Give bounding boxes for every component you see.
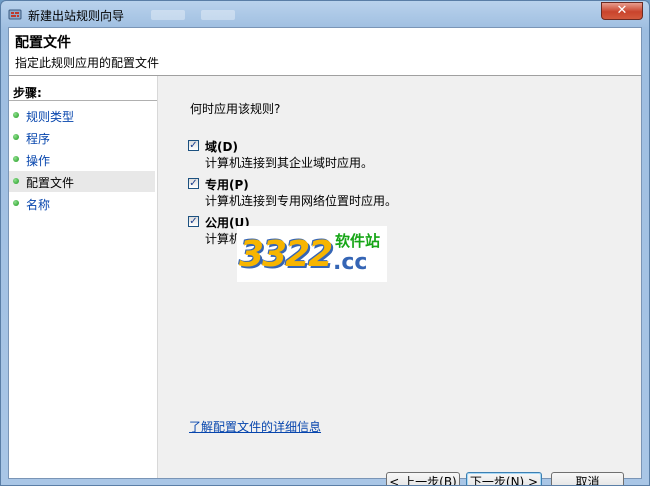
- page-description: 指定此规则应用的配置文件: [15, 56, 160, 70]
- close-icon: ✕: [616, 3, 628, 18]
- step-name[interactable]: 名称: [9, 193, 155, 214]
- watermark-domain: .cc: [333, 250, 368, 275]
- private-label[interactable]: 专用(P): [205, 176, 249, 193]
- next-button[interactable]: 下一步(N) >: [466, 472, 542, 485]
- wizard-header: 配置文件 指定此规则应用的配置文件: [9, 28, 641, 76]
- title-bar[interactable]: 新建出站规则向导 ✕: [1, 1, 649, 27]
- step-action[interactable]: 操作: [9, 149, 155, 170]
- learn-more-link[interactable]: 了解配置文件的详细信息: [189, 418, 321, 435]
- public-description: 计算机: [205, 232, 242, 246]
- private-description: 计算机连接到专用网络位置时应用。: [205, 194, 398, 208]
- checkmark-icon: ✓: [189, 216, 198, 227]
- steps-header: 步骤:: [13, 86, 42, 100]
- domain-description: 计算机连接到其企业域时应用。: [205, 156, 374, 170]
- step-program[interactable]: 程序: [9, 127, 155, 148]
- step-label: 操作: [26, 154, 51, 168]
- firewall-app-icon: [8, 9, 22, 20]
- step-label: 名称: [26, 198, 51, 212]
- steps-divider: [9, 100, 157, 101]
- step-bullet-icon: [13, 134, 19, 140]
- step-bullet-icon: [13, 200, 19, 206]
- steps-panel: 步骤: 规则类型 程序 操作 配置文件 名称: [9, 76, 158, 478]
- page-title: 配置文件: [15, 35, 71, 51]
- question-text: 何时应用该规则?: [190, 102, 281, 116]
- step-bullet-icon: [13, 178, 19, 184]
- title-bar-ghost-text: [151, 10, 185, 20]
- step-profile: 配置文件: [9, 171, 155, 192]
- domain-label[interactable]: 域(D): [205, 138, 238, 155]
- watermark-digits: 3322: [239, 234, 333, 275]
- domain-checkbox[interactable]: ✓: [188, 140, 199, 151]
- watermark-site-name: 软件站: [335, 232, 381, 250]
- step-label: 规则类型: [26, 110, 75, 124]
- checkmark-icon: ✓: [189, 178, 198, 189]
- checkmark-icon: ✓: [189, 140, 198, 151]
- private-checkbox[interactable]: ✓: [188, 178, 199, 189]
- title-bar-ghost-text: [201, 10, 235, 20]
- step-label: 配置文件: [26, 176, 75, 190]
- close-button[interactable]: ✕: [601, 2, 643, 20]
- step-bullet-icon: [13, 156, 19, 162]
- content-panel: 何时应用该规则? ✓ 域(D) 计算机连接到其企业域时应用。 ✓ 专用(P) 计…: [158, 76, 641, 485]
- back-button[interactable]: < 上一步(B): [386, 472, 460, 485]
- step-label: 程序: [26, 132, 51, 146]
- wizard-window: 新建出站规则向导 ✕ 配置文件 指定此规则应用的配置文件 步骤: 规则类型 程序: [0, 0, 650, 486]
- step-rule-type[interactable]: 规则类型: [9, 105, 155, 126]
- watermark-logo: 3322 软件站 .cc: [237, 226, 387, 282]
- cancel-button[interactable]: 取消: [551, 472, 624, 485]
- step-bullet-icon: [13, 112, 19, 118]
- public-checkbox[interactable]: ✓: [188, 216, 199, 227]
- window-title: 新建出站规则向导: [28, 9, 125, 23]
